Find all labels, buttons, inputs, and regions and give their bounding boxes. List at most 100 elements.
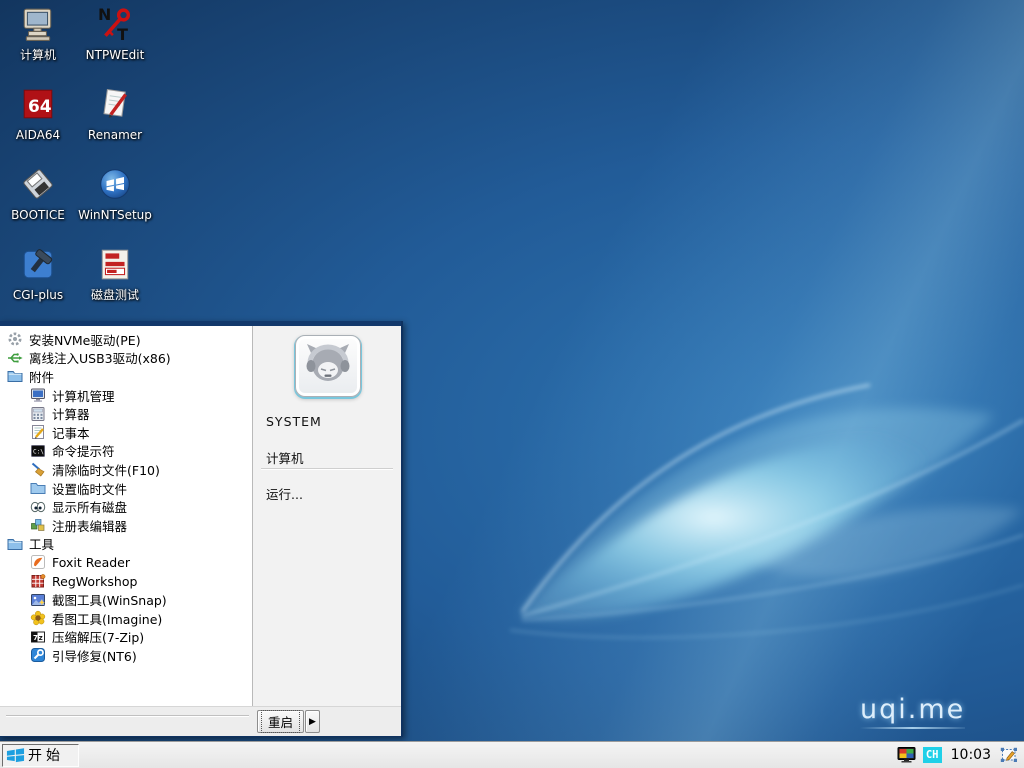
start-menu-item-label: RegWorkshop [52,574,137,589]
ntpwedit-icon: NT [97,6,133,42]
start-menu-right-panel: SYSTEM 计算机 运行... [253,326,401,706]
start-button-label: 开始 [28,745,64,765]
desktop-icon-computer[interactable]: 计算机 [0,6,76,63]
start-menu-item-folder-11[interactable]: 工具 [0,535,252,554]
start-menu-item-sevenzip-16[interactable]: 7z 压缩解压(7-Zip) [0,628,252,647]
aida64-icon: 64 [20,86,56,122]
usb-icon [7,350,23,366]
svg-text:7: 7 [33,634,38,642]
desktop-icon-label: 计算机 [20,48,56,62]
start-menu-item-label: 清除临时文件(F10) [52,460,160,479]
start-menu-item-gear-0[interactable]: 安装NVMe驱动(PE) [0,330,252,349]
svg-text:T: T [117,25,128,42]
restart-options-button[interactable]: ▶ [305,710,320,733]
desktop-screen: uqi.me 计算机 NTNTPWEdit 64 AIDA64 Renamer BOOTI… [0,0,1024,768]
start-menu-item-label: 记事本 [52,423,90,442]
screenshot-tool-tray-icon[interactable] [1000,747,1019,763]
folder2-icon [30,480,46,496]
start-menu-item-label: 离线注入USB3驱动(x86) [29,348,171,367]
menu-item-computer[interactable]: 计算机 [266,448,304,467]
start-menu-item-winsnap-14[interactable]: 截图工具(WinSnap) [0,590,252,609]
desktop-icon-label: BOOTICE [11,208,65,222]
start-menu-item-usb-1[interactable]: 离线注入USB3驱动(x86) [0,349,252,368]
desktop-icon-label: AIDA64 [16,128,60,142]
windows-flag-icon [6,746,25,765]
desktop-icon-ntpwedit[interactable]: NTNTPWEdit [77,6,153,63]
calculator-icon [30,406,46,422]
taskbar: 开始 CH 10:03 [0,741,1024,768]
start-menu-item-ntboot-17[interactable]: 引导修复(NT6) [0,646,252,665]
cgiplus-icon [20,246,56,282]
computer-icon [20,6,56,42]
renamer-icon [97,86,133,122]
start-menu-item-label: 压缩解压(7-Zip) [52,627,144,646]
start-menu-body: 安装NVMe驱动(PE)离线注入USB3驱动(x86)附件计算机管理计算器记事本… [0,326,401,706]
start-menu-item-monitor-3[interactable]: 计算机管理 [0,386,252,405]
desktop-icon-bootice[interactable]: BOOTICE [0,166,76,223]
sevenzip-icon: 7z [30,629,46,645]
start-menu-item-label: 命令提示符 [52,441,115,460]
desktop-icon-winntsetup[interactable]: WinNTSetup [77,166,153,223]
start-button[interactable]: 开始 [2,744,79,767]
desktop-icon-label: Renamer [88,128,142,142]
regworkshop-icon [30,573,46,589]
folder-icon [7,368,23,384]
desktop-icon-label: 磁盘测试 [91,288,139,302]
start-menu-item-label: 引导修复(NT6) [52,646,137,665]
start-menu-item-label: 注册表编辑器 [52,516,127,535]
eyes-icon [30,499,46,515]
start-menu-item-folder-2[interactable]: 附件 [0,367,252,386]
svg-text:z: z [39,634,43,642]
desktop-icon-label: CGI-plus [13,288,63,302]
start-menu-item-eyes-9[interactable]: 显示所有磁盘 [0,497,252,516]
taskbar-clock: 10:03 [951,747,991,763]
start-menu-item-notepad-5[interactable]: 记事本 [0,423,252,442]
start-menu-item-label: Foxit Reader [52,555,130,570]
start-menu-item-folder2-8[interactable]: 设置临时文件 [0,479,252,498]
gear-icon [7,331,23,347]
uqi-me-watermark: uqi.me [860,694,965,729]
display-settings-tray-icon[interactable] [897,747,916,763]
desktop-icon-renamer[interactable]: Renamer [77,86,153,143]
start-menu-item-calculator-4[interactable]: 计算器 [0,404,252,423]
desktop-icon-label: WinNTSetup [78,208,152,222]
start-menu-item-foxit-12[interactable]: Foxit Reader [0,553,252,572]
bottom-bar-groove [6,715,249,717]
start-menu-item-label: 显示所有磁盘 [52,497,127,516]
notepad-icon [30,424,46,440]
imagine-icon [30,610,46,626]
svg-text:64: 64 [28,96,52,116]
user-name-label: SYSTEM [266,414,322,429]
start-menu-item-label: 计算机管理 [52,386,115,405]
desktop-icon-aida64[interactable]: 64 AIDA64 [0,86,76,143]
input-language-indicator[interactable]: CH [923,747,942,763]
winntsetup-icon [97,166,133,202]
monitor-icon [30,387,46,403]
start-menu-item-regworkshop-13[interactable]: RegWorkshop [0,572,252,591]
start-menu-item-registry-10[interactable]: 注册表编辑器 [0,516,252,535]
start-menu: 安装NVMe驱动(PE)离线注入USB3驱动(x86)附件计算机管理计算器记事本… [0,321,403,737]
cmd-icon: C:\ [30,443,46,459]
system-tray: CH 10:03 [897,742,1024,768]
ntboot-icon [30,647,46,663]
start-menu-item-label: 工具 [29,534,54,553]
start-menu-item-imagine-15[interactable]: 看图工具(Imagine) [0,609,252,628]
svg-text:N: N [98,6,111,24]
foxit-icon [30,554,46,570]
right-panel-divider [261,468,393,470]
winsnap-icon [30,592,46,608]
desktop-icon-cgiplus[interactable]: CGI-plus [0,246,76,303]
start-menu-item-label: 截图工具(WinSnap) [52,590,167,609]
start-menu-item-label: 附件 [29,367,54,386]
start-menu-item-cleanup-7[interactable]: 清除临时文件(F10) [0,460,252,479]
bootice-icon [20,166,56,202]
folder-icon [7,536,23,552]
start-menu-item-label: 安装NVMe驱动(PE) [29,330,141,349]
restart-button-label: 重启 [261,710,300,733]
user-avatar [295,335,361,397]
restart-button[interactable]: 重启 [257,710,304,733]
desktop-icon-disktest[interactable]: 磁盘测试 [77,246,153,303]
start-menu-item-cmd-6[interactable]: C:\ 命令提示符 [0,442,252,461]
menu-item-run[interactable]: 运行... [266,484,303,503]
cleanup-icon [30,461,46,477]
